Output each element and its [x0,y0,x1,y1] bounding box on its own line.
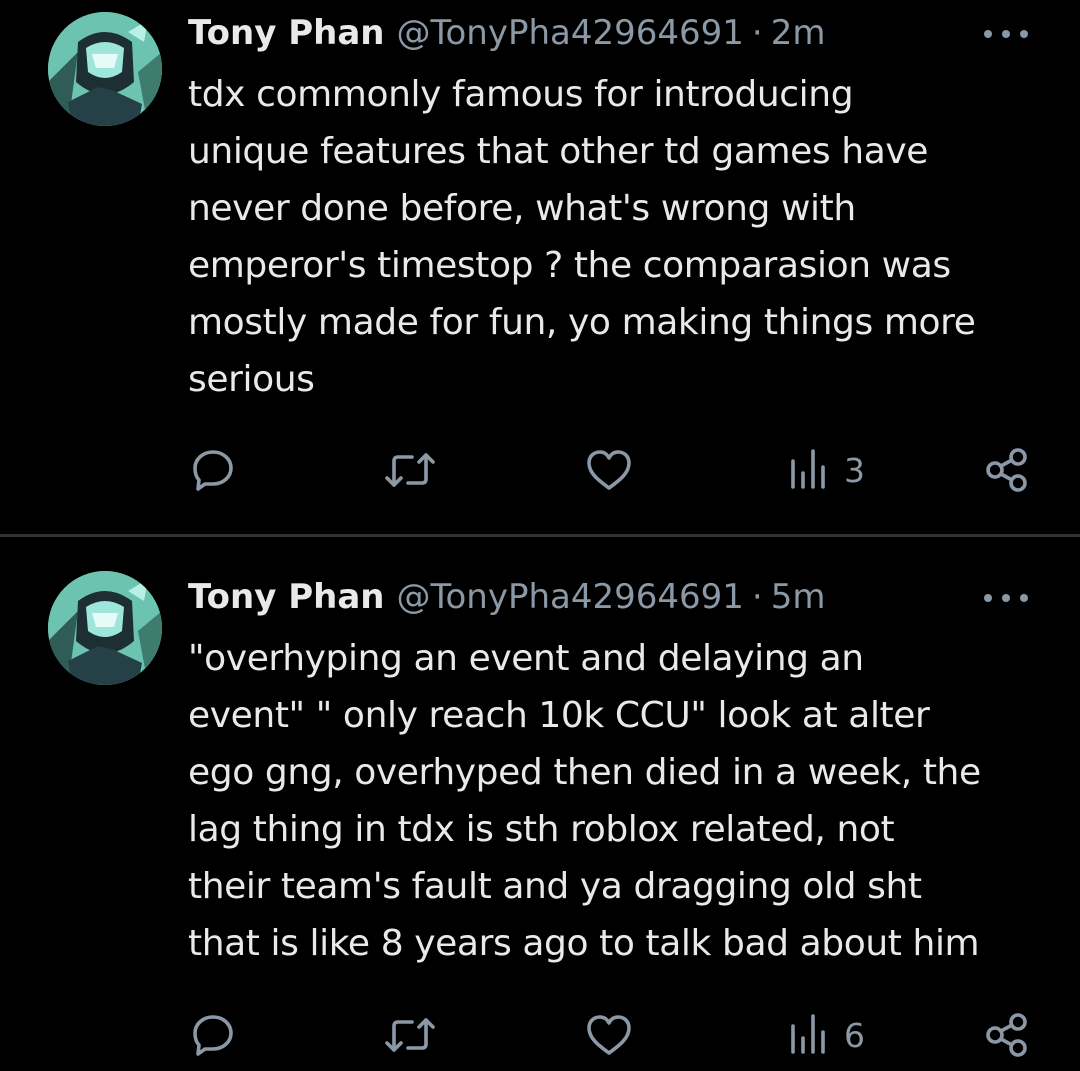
view-count: 6 [844,1015,865,1055]
share-button[interactable] [984,1005,1030,1065]
share-nodes-icon [986,1013,1027,1057]
repost-button[interactable] [384,440,436,500]
timestamp[interactable]: 5m [771,577,826,617]
repost-arrows-icon [385,453,435,487]
user-handle[interactable]: @TonyPha42964691 [397,577,744,617]
more-dots-icon[interactable] [984,588,1028,608]
share-button[interactable] [984,440,1030,500]
views-button[interactable]: 6 [788,1005,865,1065]
bar-chart-icon [791,1014,825,1054]
tweet-text: "overhyping an event and delaying an eve… [188,638,981,964]
separator-dot: · [751,13,763,53]
reply-button[interactable] [190,1005,236,1065]
view-count: 3 [844,450,865,490]
speech-bubble-icon [193,450,233,491]
action-bar: 3 [0,440,1080,500]
repost-arrows-icon [385,1018,435,1052]
views-button[interactable]: 3 [788,440,865,500]
repost-button[interactable] [384,1005,436,1065]
heart-icon [587,1015,631,1055]
tweet[interactable]: Tony Phan @TonyPha42964691 · 2m tdx comm… [0,0,1080,534]
tweet-text: tdx commonly famous for introducing uniq… [188,74,976,400]
timestamp[interactable]: 2m [771,13,826,53]
action-bar: 6 [0,1005,1080,1065]
display-name[interactable]: Tony Phan [188,13,385,53]
tweet-header: Tony Phan @TonyPha42964691 · 5m [188,574,1024,620]
share-nodes-icon [986,448,1027,492]
avatar[interactable] [48,571,162,685]
tweet-header: Tony Phan @TonyPha42964691 · 2m [188,10,1024,56]
reply-button[interactable] [190,440,236,500]
user-handle[interactable]: @TonyPha42964691 [397,13,744,53]
tweet[interactable]: Tony Phan @TonyPha42964691 · 5m "overhyp… [0,537,1080,1071]
bar-chart-icon [791,449,825,489]
more-dots-icon[interactable] [984,24,1028,44]
avatar[interactable] [48,12,162,126]
speech-bubble-icon [193,1015,233,1056]
separator-dot: · [751,577,763,617]
like-button[interactable] [584,1005,634,1065]
heart-icon [587,450,631,490]
like-button[interactable] [584,440,634,500]
display-name[interactable]: Tony Phan [188,577,385,617]
